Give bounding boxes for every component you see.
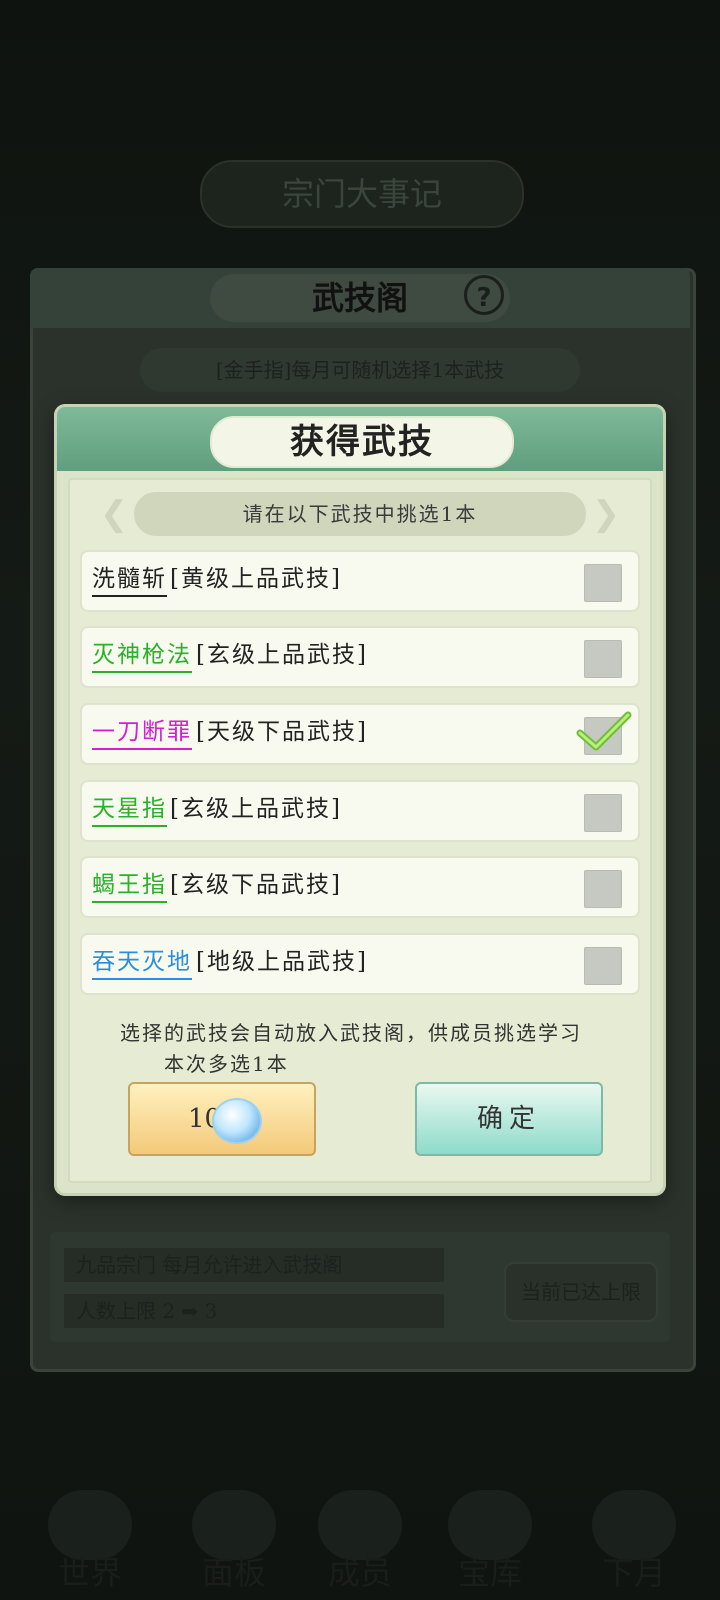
dialog-note: 选择的武技会自动放入武技阁，供成员挑选学习	[120, 1021, 582, 1045]
footer-row-rank: 九品宗门 每月允许进入武技阁	[64, 1248, 444, 1282]
limit-reached-button: 当前已达上限	[504, 1262, 658, 1322]
right-wing-ornament-icon: ❯	[591, 494, 621, 534]
dialog-title: 获得武技	[210, 416, 514, 468]
skill-name: 洗髓斩	[92, 565, 167, 597]
skill-grade: [地级上品武技]	[196, 949, 368, 975]
skill-row-0[interactable]: 洗髓斩 [黄级上品武技]	[80, 550, 640, 612]
instruction-bar: 请在以下武技中挑选1本	[134, 492, 586, 536]
skill-row-4[interactable]: 蝎王指 [玄级下品武技]	[80, 856, 640, 918]
skill-row-5[interactable]: 吞天灭地 [地级上品武技]	[80, 933, 640, 995]
bottom-nav: 世界 面板 成员 宝库 下月	[0, 1490, 720, 1600]
hall-subtitle: [金手指]每月可随机选择1本武技	[140, 348, 580, 392]
skill-row-2[interactable]: 一刀断罪 [天级下品武技]	[80, 703, 640, 765]
skill-grade: [玄级下品武技]	[170, 872, 342, 898]
selection-count-note: 本次多选1本	[164, 1052, 289, 1076]
skill-checkbox[interactable]	[584, 794, 622, 832]
confirm-button[interactable]: 确定	[415, 1082, 603, 1156]
skill-checkbox[interactable]	[584, 870, 622, 908]
left-wing-ornament-icon: ❮	[99, 494, 129, 534]
footer-row-capacity: 人数上限 2 ➡ 3	[64, 1294, 444, 1328]
nav-panel: 面板	[201, 1554, 266, 1592]
skill-name: 蝎王指	[92, 871, 167, 903]
help-icon: ?	[464, 275, 504, 315]
skill-row-1[interactable]: 灭神枪法 [玄级上品武技]	[80, 626, 640, 688]
nav-treasury: 宝库	[457, 1554, 522, 1592]
skill-grade: [天级下品武技]	[196, 719, 368, 745]
skill-grade: [玄级上品武技]	[170, 796, 342, 822]
nav-world: 世界	[57, 1554, 122, 1592]
skill-checkbox[interactable]	[584, 947, 622, 985]
nav-members: 成员	[327, 1554, 392, 1592]
nav-next-month: 下月	[601, 1554, 666, 1592]
skill-name: 吞天灭地	[92, 948, 192, 980]
reroll-cost-button[interactable]: 10	[128, 1082, 316, 1156]
spirit-gem-icon	[212, 1098, 262, 1144]
skill-row-3[interactable]: 天星指 [玄级上品武技]	[80, 780, 640, 842]
skill-checkbox[interactable]	[584, 564, 622, 602]
skill-grade: [玄级上品武技]	[196, 642, 368, 668]
checkmark-icon	[576, 711, 632, 751]
skill-checkbox[interactable]	[584, 640, 622, 678]
skill-name: 灭神枪法	[92, 641, 192, 673]
skill-name: 天星指	[92, 795, 167, 827]
skill-grade: [黄级上品武技]	[170, 566, 342, 592]
event-log-banner: 宗门大事记	[200, 160, 524, 228]
skill-name: 一刀断罪	[92, 718, 192, 750]
